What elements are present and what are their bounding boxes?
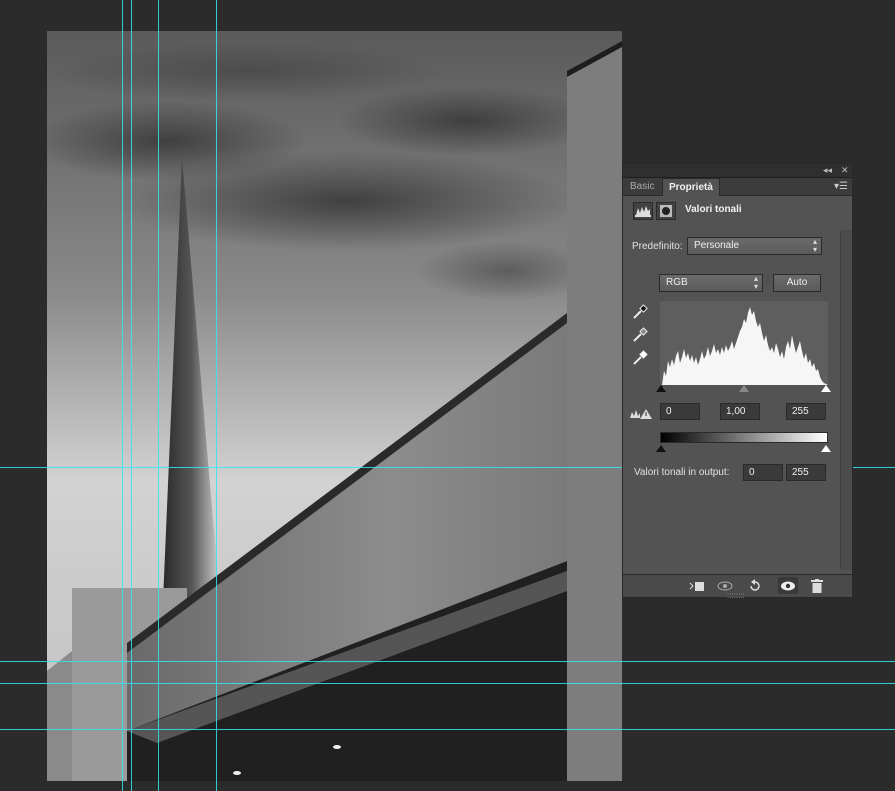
adjustment-title: Valori tonali — [685, 204, 742, 215]
panel-tabs: Basic Proprietà ▾☰ — [623, 178, 852, 196]
levels-icon[interactable] — [633, 202, 653, 220]
preset-label: Predefinito: — [632, 241, 683, 252]
black-point-eyedropper-icon[interactable] — [632, 304, 650, 322]
input-white-field[interactable]: 255 — [786, 403, 826, 420]
preset-value: Personale — [694, 240, 740, 251]
channel-value: RGB — [666, 277, 688, 288]
clipping-warning-icon[interactable] — [630, 408, 652, 420]
tab-properties[interactable]: Proprietà — [662, 178, 720, 196]
gray-point-eyedropper-icon[interactable] — [632, 327, 650, 345]
input-black-slider[interactable] — [656, 385, 666, 392]
visibility-eye-icon[interactable] — [778, 577, 798, 594]
adjustment-header: Valori tonali — [633, 202, 843, 220]
input-gamma-field[interactable]: 1,00 — [720, 403, 760, 420]
output-white-slider[interactable] — [821, 445, 831, 452]
output-levels-label: Valori tonali in output: — [634, 467, 730, 478]
document-canvas[interactable] — [47, 31, 622, 781]
close-icon[interactable]: ✕ — [841, 164, 849, 177]
channel-select[interactable]: RGB ▴ ▾ — [659, 274, 763, 292]
select-arrows-icon: ▴ ▾ — [753, 274, 758, 291]
input-white-slider[interactable] — [821, 385, 831, 392]
trash-icon[interactable] — [807, 577, 827, 594]
resize-grip-icon[interactable]: :::::::: — [727, 591, 745, 600]
output-white-field[interactable]: 255 — [786, 464, 826, 481]
panel-footer: :::::::: — [623, 574, 852, 600]
mask-icon[interactable] — [656, 202, 676, 220]
output-black-slider[interactable] — [656, 445, 666, 452]
levels-histogram — [660, 301, 828, 385]
panel-menu-icon[interactable]: ▾☰ — [834, 178, 848, 195]
preset-select[interactable]: Personale ▴ ▾ — [687, 237, 822, 255]
panel-scrollbar[interactable] — [840, 230, 852, 570]
tab-basic[interactable]: Basic — [624, 178, 660, 195]
input-black-field[interactable]: 0 — [660, 403, 700, 420]
white-point-eyedropper-icon[interactable] — [632, 350, 650, 368]
clip-to-layer-icon[interactable] — [687, 577, 707, 594]
collapse-panel-icon[interactable]: ◂◂ — [823, 164, 832, 177]
panel-titlebar: ◂◂ ✕ — [623, 164, 852, 178]
photo-spire-building — [47, 31, 622, 781]
output-gradient-bar — [660, 432, 828, 443]
auto-button[interactable]: Auto — [773, 274, 821, 292]
select-arrows-icon: ▴ ▾ — [812, 237, 817, 254]
input-gamma-slider[interactable] — [739, 385, 749, 392]
properties-panel: ◂◂ ✕ Basic Proprietà ▾☰ Valori tonali Pr… — [622, 163, 853, 600]
output-black-field[interactable]: 0 — [743, 464, 783, 481]
reset-icon[interactable] — [745, 577, 765, 594]
